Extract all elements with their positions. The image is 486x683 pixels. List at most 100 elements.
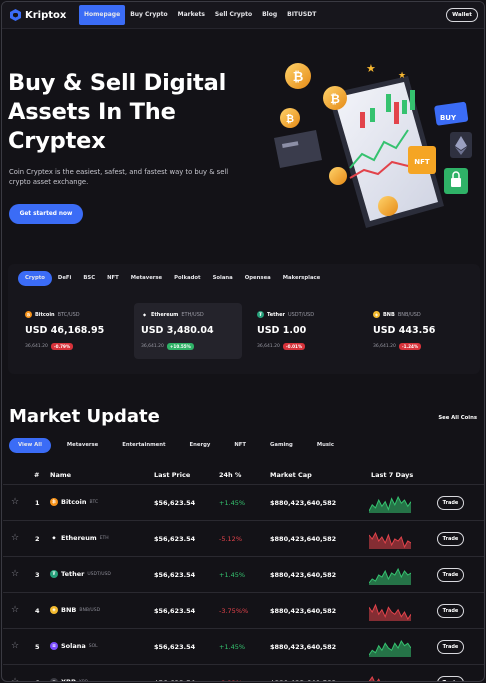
coin-name-cell[interactable]: ₿ Bitcoin BTC — [50, 498, 98, 506]
tab-view-all[interactable]: View All — [9, 438, 51, 453]
table-row: ☆ 1 ₿ Bitcoin BTC $56,623.54 +1.45% $880,423,64… — [3, 485, 484, 521]
trade-button[interactable]: Trade — [437, 568, 464, 582]
bitcoin-icon: ₿ — [50, 498, 58, 506]
tab-nft[interactable]: NFT — [101, 271, 125, 286]
nav-link-buy-crypto[interactable]: Buy Crypto — [125, 5, 172, 25]
svg-text:₿: ₿ — [330, 92, 340, 106]
tab-opensea[interactable]: Opensea — [239, 271, 277, 286]
coin-volume: 36,641.20 — [141, 344, 164, 349]
coin-name: BNB — [61, 606, 77, 614]
sparkline-chart — [369, 639, 411, 657]
nav-link-markets[interactable]: Markets — [173, 5, 210, 25]
coin-name: Ethereum — [61, 534, 97, 542]
coin-symbol: SOL — [88, 643, 98, 649]
trade-button[interactable]: Trade — [437, 676, 464, 681]
coin-symbol: USDT/USD — [87, 571, 111, 577]
favorite-star-icon[interactable]: ☆ — [11, 678, 19, 682]
coin-card-header: ◈ BNB BNB/USD — [373, 311, 421, 318]
coin-name-cell[interactable]: ✕ XRP XRP — [50, 678, 88, 682]
sparkline-chart — [369, 495, 411, 513]
change-badge: -0.01% — [282, 343, 306, 350]
last-price: $56,623.54 — [154, 571, 196, 579]
coin-cards: ₿ Bitcoin BTC/USD USD 46,168.95 36,641.20 -0.… — [18, 303, 482, 359]
market-cap: $880,423,640,582 — [270, 535, 337, 543]
coin-card-footer: 36,641.20 -0.01% — [257, 343, 306, 350]
nav-link-homepage[interactable]: Homepage — [79, 5, 126, 25]
change-24h: -5.12% — [219, 535, 242, 543]
coin-name-cell[interactable]: ◈ BNB BNB/USD — [50, 606, 100, 614]
tab-metaverse[interactable]: Metaverse — [55, 438, 110, 453]
column-header-last-price: Last Price — [154, 471, 191, 479]
trade-button[interactable]: Trade — [437, 604, 464, 618]
tab-energy[interactable]: Energy — [178, 438, 223, 453]
tab-solana[interactable]: Solana — [207, 271, 239, 286]
market-cap: $880,423,640,582 — [270, 607, 337, 615]
svg-text:₿: ₿ — [286, 113, 294, 125]
coin-card[interactable]: ◆ Ethereum ETH/USD USD 3,480.04 36,641.20 +10… — [134, 303, 242, 359]
coin-name-cell[interactable]: ₮ Tether USDT/USD — [50, 570, 111, 578]
favorite-star-icon[interactable]: ☆ — [11, 534, 19, 543]
tab-metaverse[interactable]: Metaverse — [125, 271, 168, 286]
nav-link-bitusdt[interactable]: BITUSDT — [282, 5, 321, 25]
favorite-star-icon[interactable]: ☆ — [11, 498, 19, 507]
last-price: $56,623.54 — [154, 499, 196, 507]
last-price: $56,623.54 — [154, 535, 196, 543]
tab-defi[interactable]: DeFi — [52, 271, 77, 286]
market-cap: $880,423,640,582 — [270, 571, 337, 579]
coin-symbol: XRP — [78, 679, 88, 682]
coin-name: Tether — [267, 311, 285, 318]
coin-volume: 36,641.20 — [373, 344, 396, 349]
favorite-star-icon[interactable]: ☆ — [11, 606, 19, 615]
coin-name-cell[interactable]: ◆ Ethereum ETH — [50, 534, 109, 542]
trade-button[interactable]: Trade — [437, 640, 464, 654]
market-update-tabs: View All Metaverse Entertainment Energy … — [9, 438, 346, 453]
column-header-market-cap: Market Cap — [270, 471, 312, 479]
tab-music[interactable]: Music — [305, 438, 346, 453]
table-row: ☆ 2 ◆ Ethereum ETH $56,623.54 -5.12% $880,423,6… — [3, 521, 484, 557]
market-overview-card: Crypto DeFi BSC NFT Metaverse Polkadot S… — [8, 264, 480, 374]
svg-text:₿: ₿ — [293, 70, 304, 85]
column-header-24h-change: 24h % — [219, 471, 242, 479]
tab-polkadot[interactable]: Polkadot — [168, 271, 206, 286]
tab-nft[interactable]: NFT — [222, 438, 258, 453]
market-cap: $880,423,640,582 — [270, 499, 337, 507]
column-header-last-7-days: Last 7 Days — [371, 471, 414, 479]
table-row: ☆6✕XRPXRP$56,623.54-2.22%$880,423,640,58… — [3, 665, 484, 682]
coin-name: XRP — [61, 678, 76, 682]
rank: 3 — [35, 571, 40, 579]
coin-name-cell[interactable]: ≡ Solana SOL — [50, 642, 98, 650]
bitcoin-icon: ₿ — [25, 311, 32, 318]
svg-text:★: ★ — [366, 62, 376, 75]
coin-card[interactable]: ₮ Tether USDT/USD USD 1.00 36,641.20 -0.01% — [250, 303, 358, 359]
trade-button[interactable]: Trade — [437, 496, 464, 510]
coin-card[interactable]: ◈ BNB BNB/USD USD 443.56 36,641.20 -1.24% — [366, 303, 474, 359]
nav-link-blog[interactable]: Blog — [257, 5, 282, 25]
tether-icon: ₮ — [50, 570, 58, 578]
rank: 4 — [35, 607, 40, 615]
table-body: ☆ 1 ₿ Bitcoin BTC $56,623.54 +1.45% $880,423,64… — [3, 485, 484, 682]
favorite-star-icon[interactable]: ☆ — [11, 642, 19, 651]
favorite-star-icon[interactable]: ☆ — [11, 570, 19, 579]
get-started-button[interactable]: Get started now — [9, 204, 83, 224]
tab-gaming[interactable]: Gaming — [258, 438, 305, 453]
tab-makersplace[interactable]: Makersplace — [277, 271, 327, 286]
logo[interactable]: Kriptox — [10, 9, 66, 21]
coin-card-footer: 36,641.20 -1.24% — [373, 343, 422, 350]
change-24h: +1.45% — [219, 499, 246, 507]
nft-tile-illustration: NFT — [408, 146, 436, 174]
trade-button[interactable]: Trade — [437, 532, 464, 546]
see-all-coins-link[interactable]: See All Coins — [438, 415, 477, 421]
wallet-button[interactable]: Wallet — [446, 8, 478, 22]
tab-entertainment[interactable]: Entertainment — [110, 438, 177, 453]
ethereum-icon: ◆ — [141, 311, 148, 318]
coin-card[interactable]: ₿ Bitcoin BTC/USD USD 46,168.95 36,641.20 -0.… — [18, 303, 126, 359]
change-24h: -3.75%% — [219, 607, 249, 615]
sparkline-chart — [369, 675, 386, 681]
coin-name: Bitcoin — [61, 498, 87, 506]
coin-card-header: ₮ Tether USDT/USD — [257, 311, 314, 318]
nav-link-sell-crypto[interactable]: Sell Crypto — [210, 5, 257, 25]
tab-crypto[interactable]: Crypto — [18, 271, 52, 286]
change-24h: -2.22% — [219, 679, 242, 681]
coin-name: Bitcoin — [35, 311, 55, 318]
tab-bsc[interactable]: BSC — [77, 271, 101, 286]
